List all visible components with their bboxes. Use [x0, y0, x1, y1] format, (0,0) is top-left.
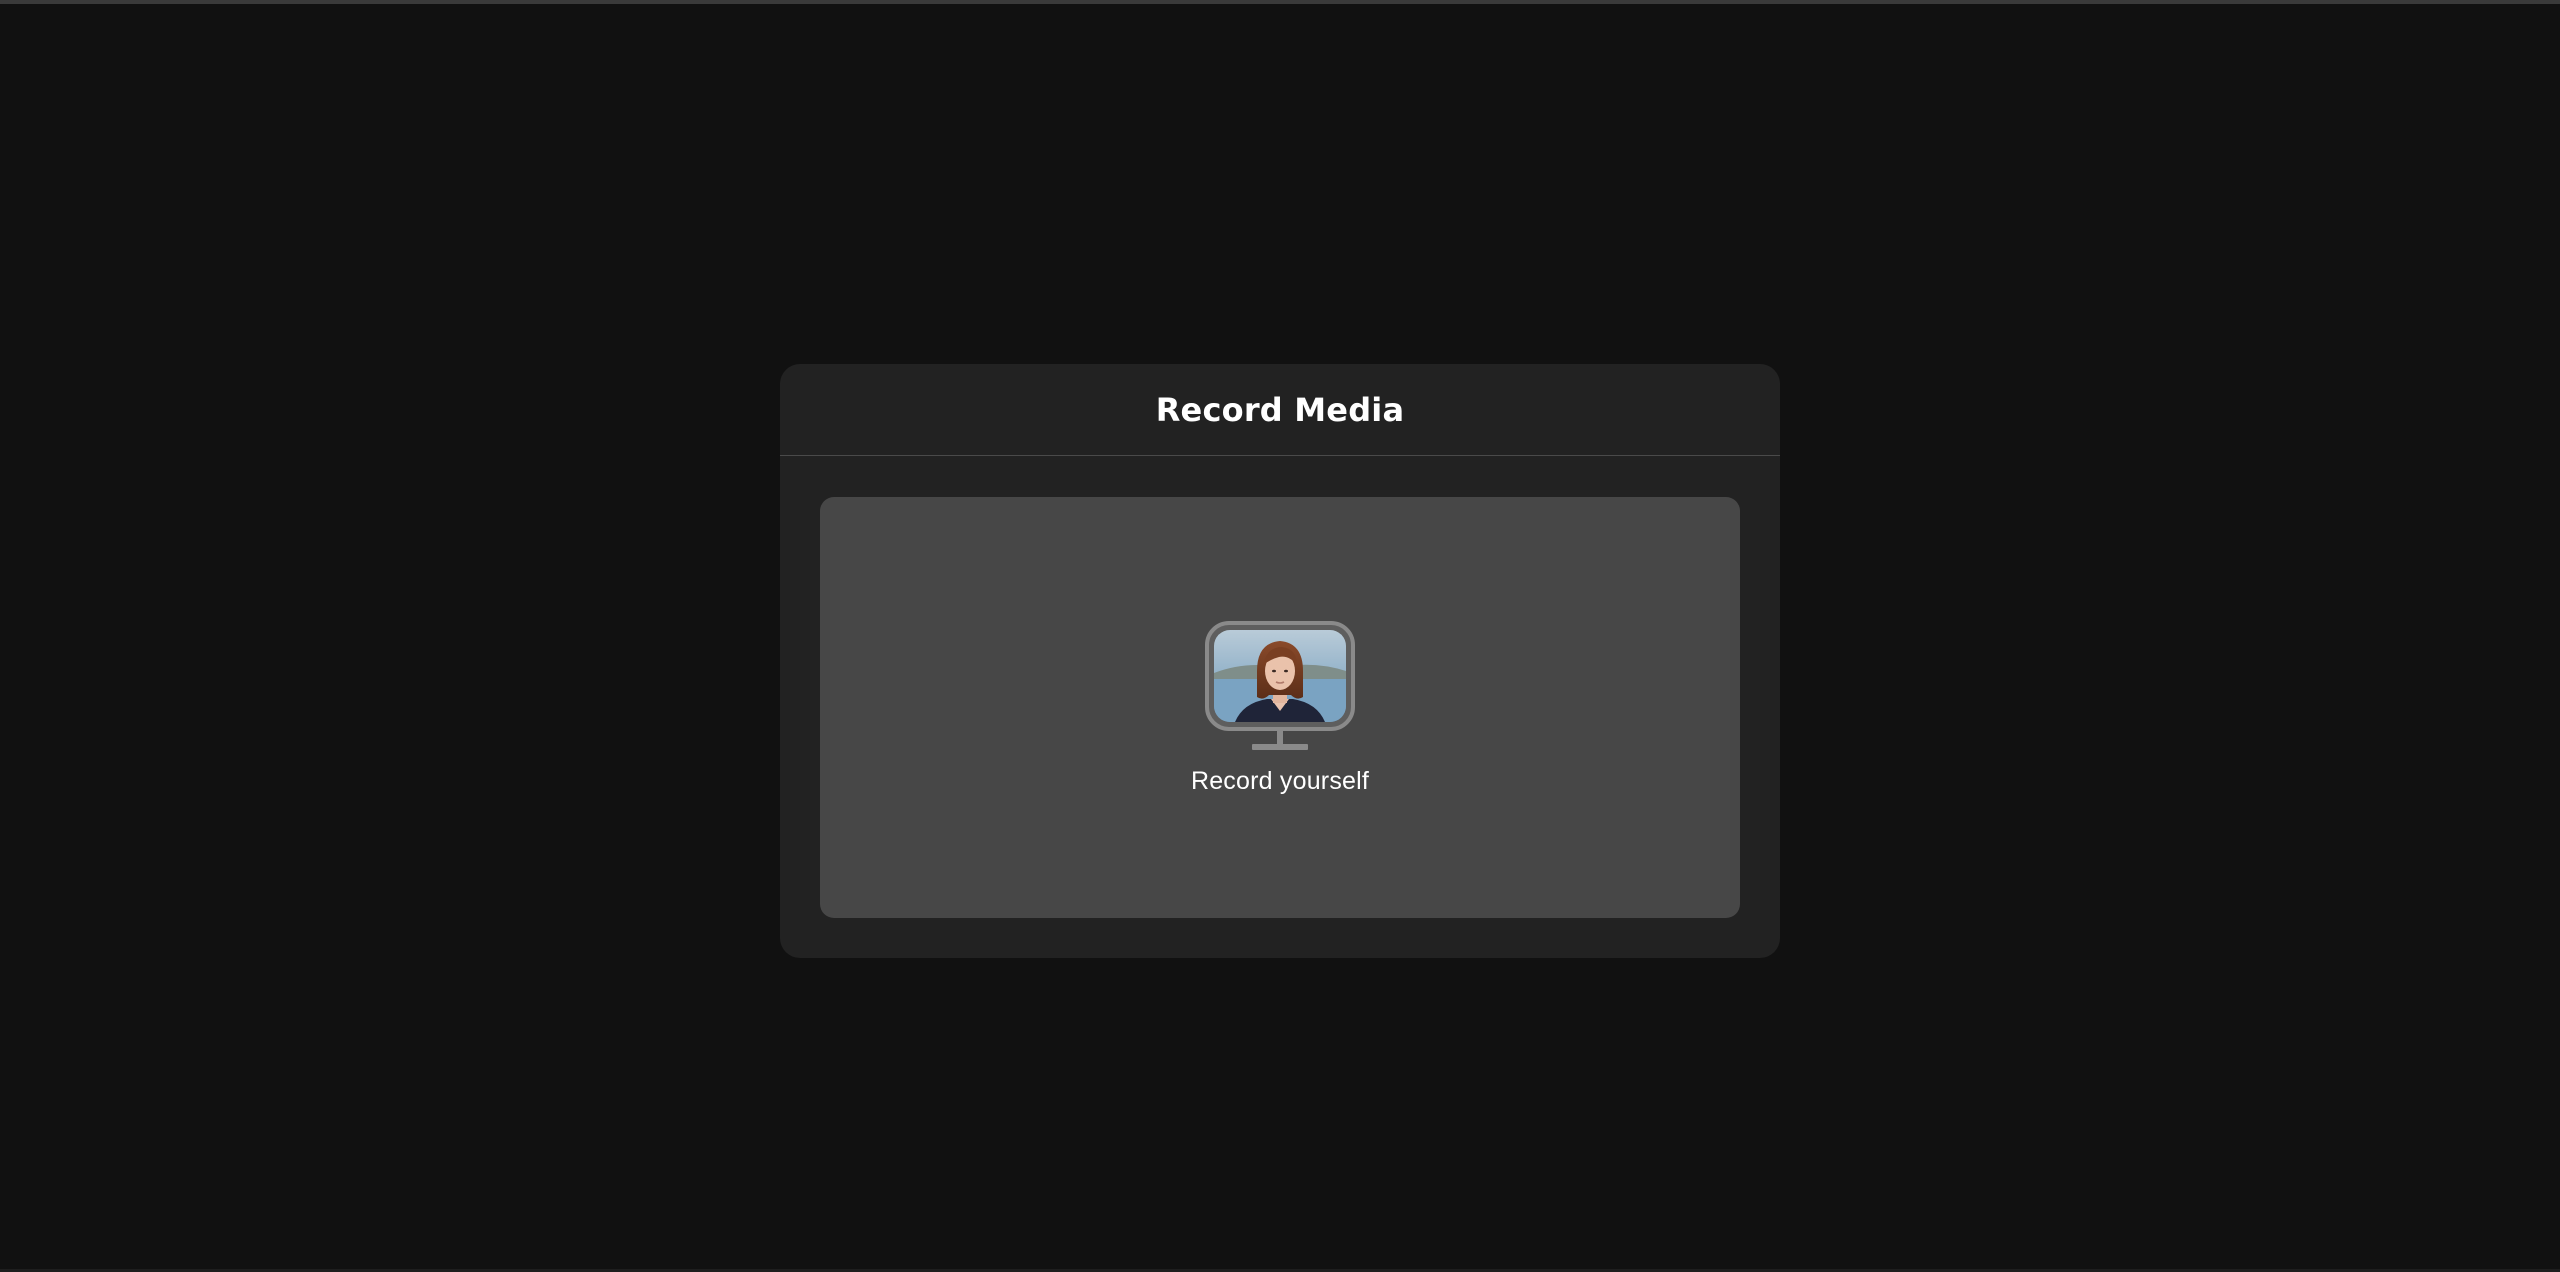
top-edge-bar — [0, 0, 2560, 4]
record-media-dialog: Record Media Record yourself — [780, 364, 1780, 958]
record-yourself-option[interactable]: Record yourself — [820, 497, 1740, 918]
record-options-panel: Record yourself — [820, 497, 1740, 918]
monitor-with-person-icon — [1205, 621, 1355, 750]
record-yourself-label: Record yourself — [1190, 767, 1370, 795]
dialog-header: Record Media — [780, 364, 1780, 456]
dialog-title: Record Media — [1155, 390, 1405, 429]
